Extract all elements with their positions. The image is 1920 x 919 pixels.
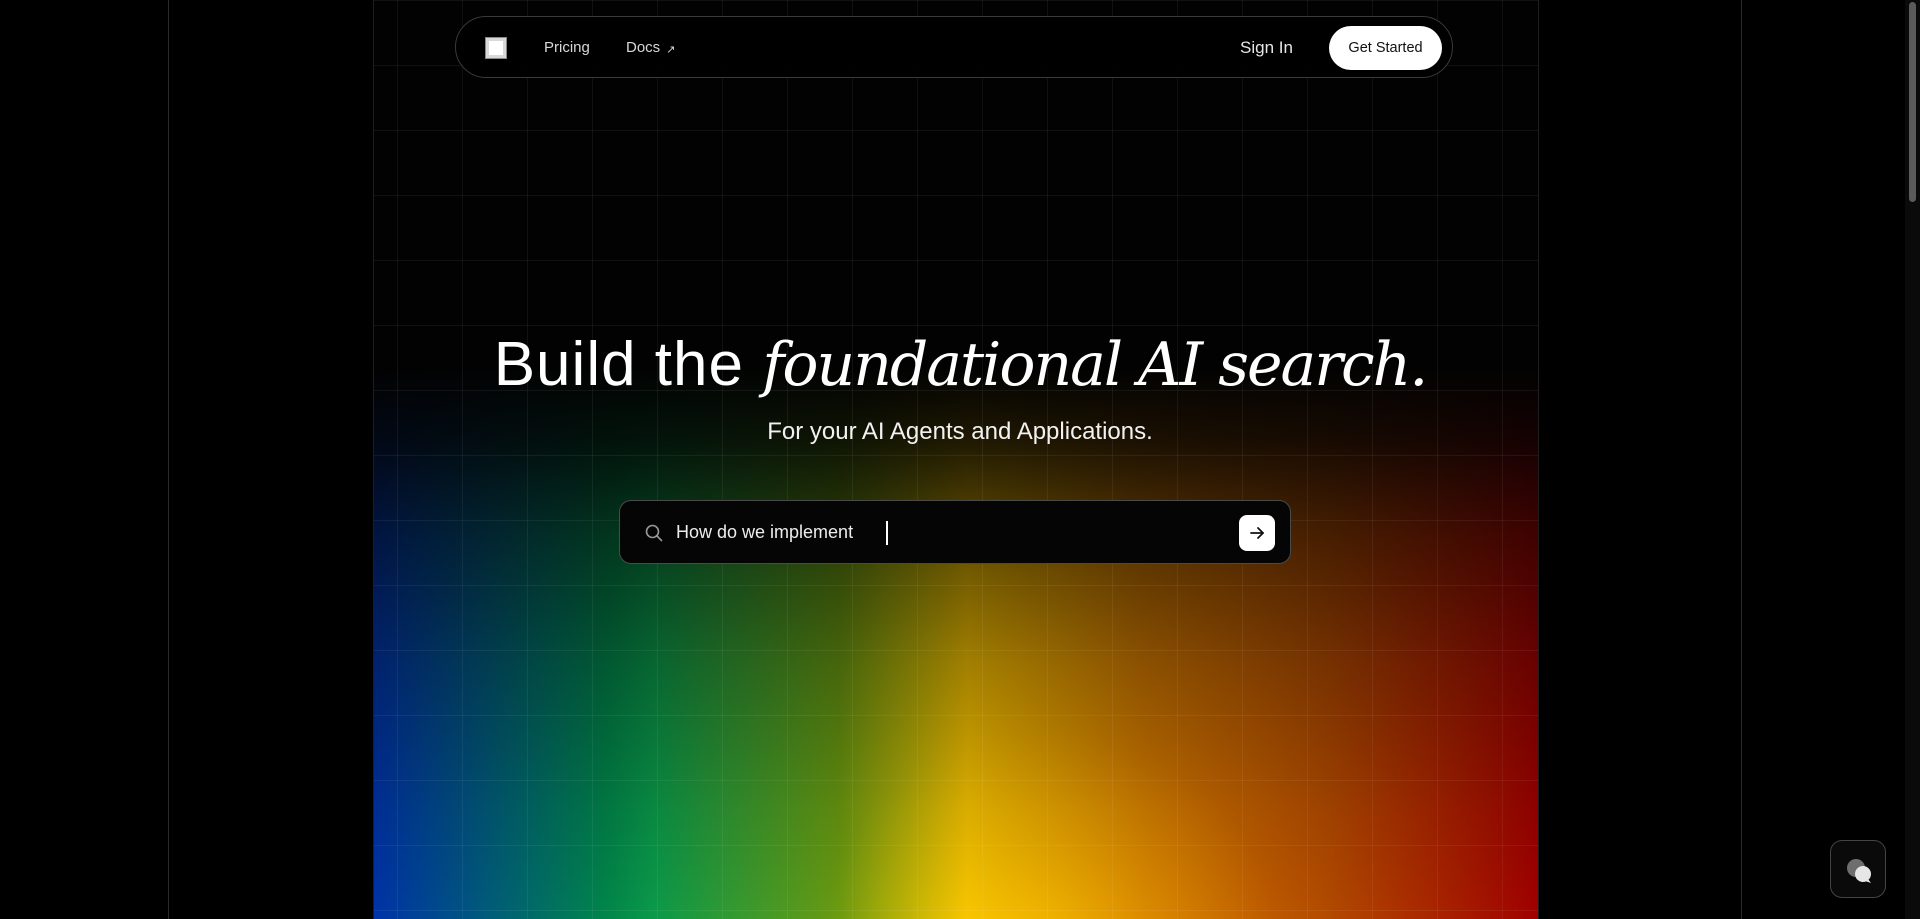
headline-italic-text: foundational AI search.: [762, 330, 1428, 400]
hero-headline: Build the foundational AI search.: [0, 325, 1920, 405]
nav-link-docs[interactable]: Docs ↗: [626, 17, 675, 79]
search-box: [619, 500, 1291, 564]
page-scrollbar[interactable]: [1905, 0, 1920, 919]
chat-widget-button[interactable]: [1830, 840, 1886, 898]
arrow-right-icon: [1250, 527, 1264, 539]
headline-plain-text: Build the: [493, 330, 763, 399]
search-input[interactable]: [676, 501, 1196, 563]
top-navbar: Pricing Docs ↗ Sign In Get Started: [455, 16, 1453, 78]
right-border-line: [1741, 0, 1742, 919]
nav-link-docs-label: Docs: [626, 39, 661, 56]
chat-bubbles-icon: [1847, 859, 1871, 883]
left-border-line: [168, 0, 169, 919]
text-cursor: [886, 521, 888, 545]
search-submit-button[interactable]: [1239, 515, 1275, 551]
scrollbar-thumb[interactable]: [1909, 2, 1916, 202]
get-started-button[interactable]: Get Started: [1329, 26, 1442, 70]
nav-link-pricing[interactable]: Pricing: [544, 17, 590, 79]
hero-section: [373, 0, 1539, 919]
search-icon: [644, 523, 664, 543]
page: Pricing Docs ↗ Sign In Get Started Build …: [0, 0, 1920, 919]
hero-subheadline: For your AI Agents and Applications.: [767, 418, 1153, 445]
square-logo-icon[interactable]: [485, 37, 507, 59]
background-grid: [374, 0, 1538, 919]
sign-in-link[interactable]: Sign In: [1240, 17, 1293, 79]
arrow-up-right-icon: ↗: [666, 44, 676, 56]
